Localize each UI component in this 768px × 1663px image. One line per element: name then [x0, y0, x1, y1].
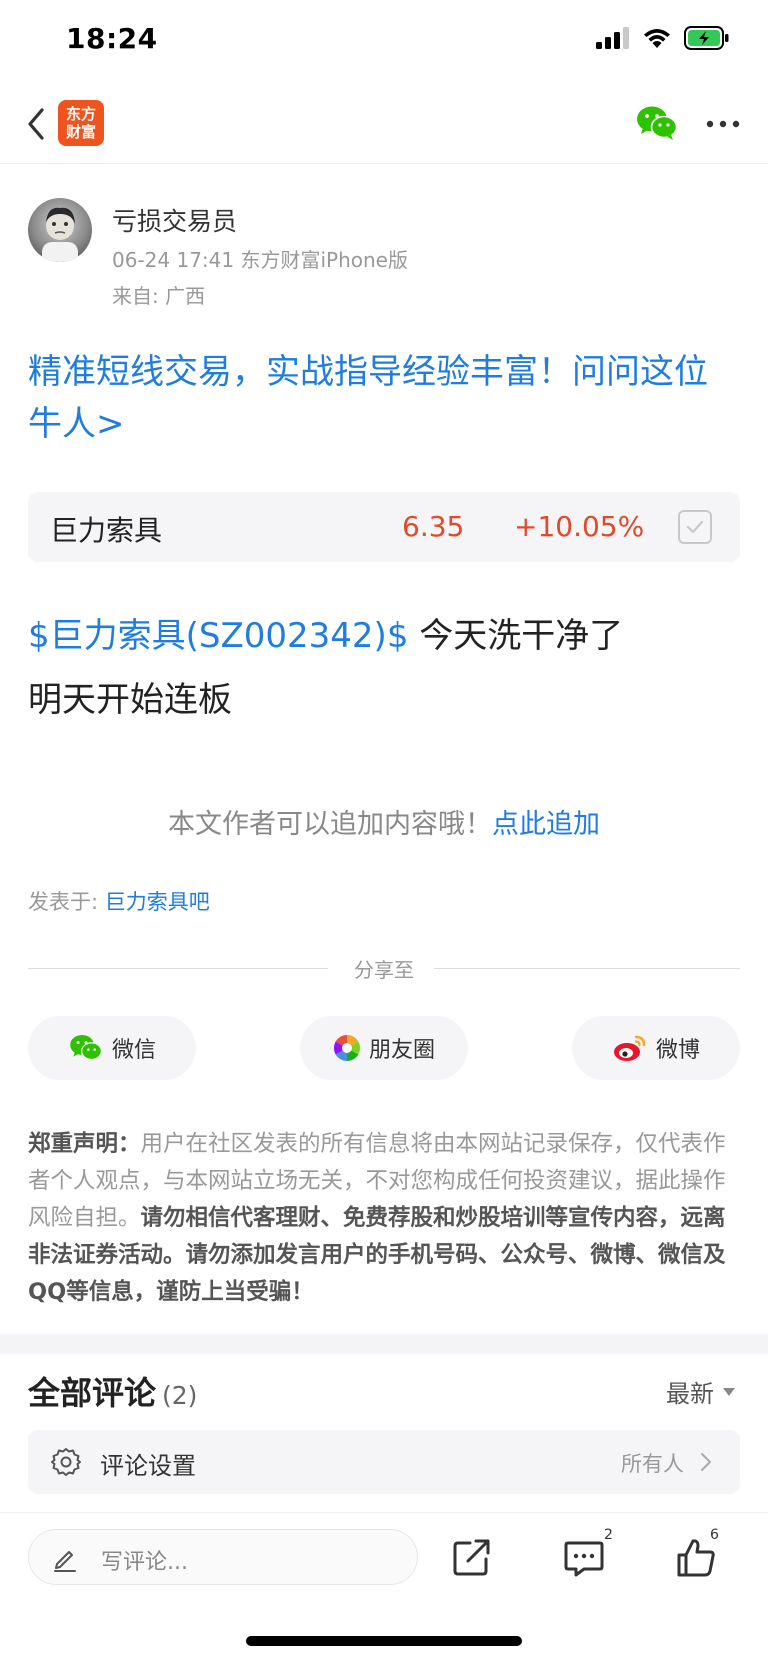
wifi-icon	[644, 29, 670, 48]
share-moments-button[interactable]: 朋友圈	[300, 1016, 468, 1080]
back-chevron-icon[interactable]	[22, 104, 52, 144]
logo-line2: 财富	[65, 123, 96, 141]
more-icon[interactable]	[706, 120, 740, 128]
avatar[interactable]	[28, 198, 92, 262]
like-count-badge: 6	[710, 1527, 719, 1543]
disclaimer-title: 郑重声明：	[28, 1131, 141, 1157]
append-hint-text: 本文作者可以追加内容哦！	[168, 809, 492, 840]
comment-sort-select[interactable]: 最新	[666, 1374, 736, 1409]
bottom-bar: 写评论... 2 6	[0, 1512, 768, 1608]
post-meta: 06-24 17:41 东方财富iPhone版	[112, 248, 408, 272]
status-bar: 18:24	[0, 0, 768, 84]
weibo-icon	[613, 1035, 646, 1061]
disclaimer: 郑重声明：用户在社区发表的所有信息将由本网站记录保存，仅代表作者个人观点，与本网…	[28, 1126, 740, 1311]
section-gap	[0, 1334, 768, 1354]
forum-link[interactable]: 巨力索具吧	[105, 890, 210, 914]
gear-icon	[51, 1448, 81, 1476]
logo-line1: 东方	[65, 105, 96, 123]
comment-input[interactable]: 写评论...	[28, 1529, 418, 1585]
append-link[interactable]: 点此追加	[492, 809, 600, 840]
chevron-right-icon	[701, 1453, 711, 1471]
share-weibo-button[interactable]: 微博	[572, 1016, 740, 1080]
check-icon	[686, 520, 704, 534]
comment-count-badge: 2	[604, 1527, 613, 1543]
posted-in: 发表于: 巨力索具吧	[28, 886, 210, 916]
stock-change: +10.05%	[514, 510, 645, 543]
author-name[interactable]: 亏损交易员	[112, 202, 237, 238]
share-icon[interactable]	[450, 1535, 494, 1579]
avatar-portrait-icon	[42, 207, 78, 262]
comment-settings-label: 评论设置	[100, 1452, 196, 1480]
caret-down-icon	[723, 1387, 735, 1396]
nav-bar: 东方 财富	[0, 84, 768, 164]
post-stock-link[interactable]: $巨力索具(SZ002342)$	[28, 616, 408, 656]
comment-placeholder: 写评论...	[101, 1550, 188, 1575]
share-wechat-label: 微信	[111, 1038, 156, 1063]
stock-name: 巨力索具	[50, 514, 163, 547]
share-wechat-button[interactable]: 微信	[28, 1016, 196, 1080]
comments-title: 全部评论 (2)	[28, 1368, 197, 1414]
post-text-line1: 今天洗干净了	[408, 616, 624, 656]
signal-icon	[596, 27, 629, 49]
comment-settings-row[interactable]: 评论设置 所有人	[28, 1430, 740, 1494]
battery-icon	[684, 26, 729, 50]
post-text-line2: 明天开始连板	[28, 680, 232, 720]
share-weibo-label: 微博	[655, 1038, 700, 1063]
comment-settings-value: 所有人	[621, 1452, 684, 1476]
author-location: 来自: 广西	[112, 284, 206, 308]
add-watchlist-checkbox[interactable]	[678, 510, 712, 544]
share-moments-label: 朋友圈	[368, 1038, 435, 1063]
home-indicator	[246, 1636, 522, 1646]
wechat-icon	[70, 1034, 103, 1061]
share-label: 分享至	[354, 958, 414, 982]
comments-title-text: 全部评论	[28, 1374, 157, 1412]
stock-card[interactable]: 巨力索具 6.35 +10.05%	[28, 492, 740, 562]
append-hint: 本文作者可以追加内容哦！点此追加	[0, 802, 768, 841]
comment-icon[interactable]	[562, 1535, 606, 1579]
status-icons	[596, 26, 730, 50]
pen-icon	[54, 1551, 76, 1572]
promo-link[interactable]: 精准短线交易，实战指导经验丰富！问问这位牛人>	[28, 346, 740, 450]
wechat-share-icon[interactable]	[636, 104, 678, 142]
app-logo: 东方 财富	[58, 100, 104, 146]
comments-count: (2)	[162, 1381, 198, 1410]
stock-price: 6.35	[402, 510, 465, 543]
moments-icon	[333, 1034, 361, 1062]
comment-sort-value: 最新	[666, 1380, 714, 1408]
post-body: $巨力索具(SZ002342)$ 今天洗干净了 明天开始连板	[28, 604, 740, 732]
status-time: 18:24	[66, 22, 158, 55]
posted-in-label: 发表于:	[28, 890, 105, 914]
